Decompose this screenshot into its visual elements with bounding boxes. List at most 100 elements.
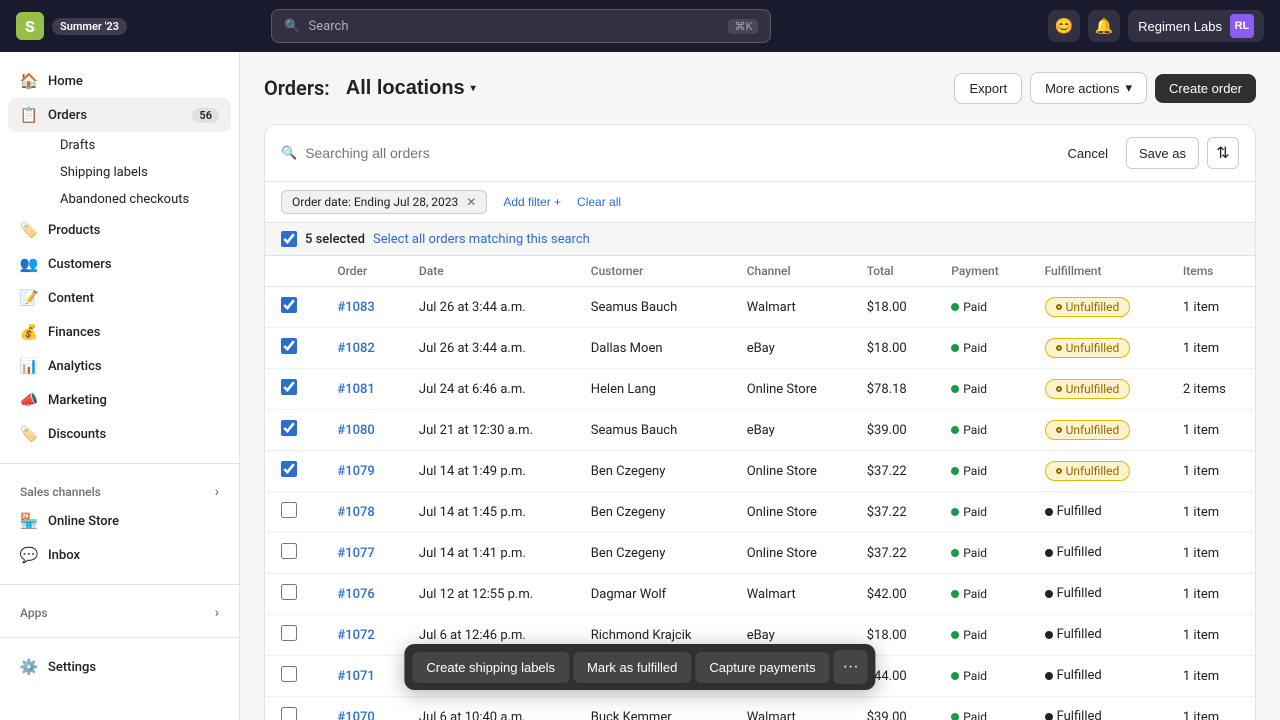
products-icon: 🏷️ — [20, 221, 38, 239]
plan-badge: Summer '23 — [52, 18, 127, 35]
row-customer: Seamus Bauch — [575, 287, 731, 328]
sidebar-item-orders[interactable]: 📋 Orders 56 — [8, 98, 231, 132]
sidebar-item-marketing-label: Marketing — [48, 393, 107, 408]
home-icon: 🏠 — [20, 72, 38, 90]
row-checkbox-cell[interactable] — [265, 287, 321, 328]
sidebar-item-content-label: Content — [48, 291, 94, 306]
row-checkbox[interactable] — [281, 338, 297, 354]
create-order-button[interactable]: Create order — [1155, 74, 1256, 103]
row-order-id[interactable]: #1083 — [321, 287, 403, 328]
row-checkbox[interactable] — [281, 297, 297, 313]
date-filter-chip[interactable]: Order date: Ending Jul 28, 2023 ✕ — [281, 190, 487, 214]
row-order-id[interactable]: #1071 — [321, 656, 403, 697]
row-channel: Online Store — [731, 492, 851, 533]
fulfillment-badge: Fulfilled — [1045, 709, 1102, 720]
row-order-id[interactable]: #1076 — [321, 574, 403, 615]
sidebar-item-analytics[interactable]: 📊 Analytics — [8, 349, 231, 383]
notifications-icon-button[interactable]: 🔔 — [1088, 10, 1120, 42]
sidebar-item-shipping-labels[interactable]: Shipping labels — [48, 159, 231, 186]
col-date: Date — [403, 256, 575, 287]
mark-as-fulfilled-button[interactable]: Mark as fulfilled — [573, 652, 691, 683]
sort-button[interactable]: ⇅ — [1207, 137, 1239, 169]
sidebar-item-home[interactable]: 🏠 Home — [8, 64, 231, 98]
row-payment: Paid — [935, 328, 1028, 369]
search-bar[interactable]: 🔍 Search ⌘K — [271, 9, 771, 43]
sidebar-item-online-store[interactable]: 🏪 Online Store — [8, 504, 231, 538]
orders-icon: 📋 — [20, 106, 38, 124]
row-checkbox-cell[interactable] — [265, 697, 321, 720]
orders-search-input[interactable] — [305, 145, 1049, 161]
row-items: 1 item — [1167, 574, 1255, 615]
row-checkbox-cell[interactable] — [265, 410, 321, 451]
sidebar-item-inbox[interactable]: 💬 Inbox — [8, 538, 231, 572]
row-checkbox-cell[interactable] — [265, 615, 321, 656]
row-order-id[interactable]: #1078 — [321, 492, 403, 533]
row-order-id[interactable]: #1077 — [321, 533, 403, 574]
col-total: Total — [851, 256, 936, 287]
inbox-icon: 💬 — [20, 546, 38, 564]
row-checkbox-cell[interactable] — [265, 492, 321, 533]
row-fulfillment: Fulfilled — [1029, 656, 1167, 697]
location-dropdown-button[interactable]: All locations ▾ — [338, 73, 484, 104]
row-order-id[interactable]: #1070 — [321, 697, 403, 720]
select-all-link[interactable]: Select all orders matching this search — [373, 232, 590, 247]
row-checkbox[interactable] — [281, 625, 297, 641]
row-checkbox[interactable] — [281, 461, 297, 477]
clear-all-button[interactable]: Clear all — [577, 195, 621, 209]
create-shipping-labels-button[interactable]: Create shipping labels — [412, 652, 569, 683]
row-fulfillment: Fulfilled — [1029, 533, 1167, 574]
sidebar: 🏠 Home 📋 Orders 56 Drafts Shipping label… — [0, 52, 240, 720]
table-row: #1078 Jul 14 at 1:45 p.m. Ben Czegeny On… — [265, 492, 1255, 533]
date-filter-remove-icon[interactable]: ✕ — [466, 195, 476, 209]
col-customer: Customer — [575, 256, 731, 287]
sidebar-item-settings[interactable]: ⚙️ Settings — [8, 650, 231, 684]
col-channel: Channel — [731, 256, 851, 287]
page-header: Orders: All locations ▾ Export More acti… — [264, 72, 1256, 104]
row-order-id[interactable]: #1081 — [321, 369, 403, 410]
search-shortcut: ⌘K — [728, 19, 758, 34]
more-actions-bottom-button[interactable]: ··· — [834, 650, 868, 684]
row-checkbox-cell[interactable] — [265, 369, 321, 410]
row-checkbox-cell[interactable] — [265, 656, 321, 697]
export-button[interactable]: Export — [954, 73, 1022, 104]
search-cancel-button[interactable]: Cancel — [1058, 137, 1118, 169]
row-checkbox[interactable] — [281, 379, 297, 395]
row-payment: Paid — [935, 287, 1028, 328]
row-total: $37.22 — [851, 492, 936, 533]
row-checkbox[interactable] — [281, 502, 297, 518]
sidebar-item-finances[interactable]: 💰 Finances — [8, 315, 231, 349]
row-items: 1 item — [1167, 615, 1255, 656]
table-row: #1079 Jul 14 at 1:49 p.m. Ben Czegeny On… — [265, 451, 1255, 492]
sidebar-item-customers[interactable]: 👥 Customers — [8, 247, 231, 281]
row-checkbox-cell[interactable] — [265, 328, 321, 369]
row-checkbox[interactable] — [281, 707, 297, 720]
sidebar-item-discounts[interactable]: 🏷️ Discounts — [8, 417, 231, 451]
row-checkbox[interactable] — [281, 666, 297, 682]
sidebar-item-products[interactable]: 🏷️ Products — [8, 213, 231, 247]
row-checkbox[interactable] — [281, 584, 297, 600]
row-order-id[interactable]: #1079 — [321, 451, 403, 492]
row-checkbox[interactable] — [281, 543, 297, 559]
row-checkbox-cell[interactable] — [265, 451, 321, 492]
row-order-id[interactable]: #1072 — [321, 615, 403, 656]
row-payment: Paid — [935, 656, 1028, 697]
more-actions-button[interactable]: More actions ▾ — [1030, 72, 1147, 104]
capture-payments-button[interactable]: Capture payments — [695, 652, 829, 683]
row-checkbox-cell[interactable] — [265, 533, 321, 574]
sidebar-item-marketing[interactable]: 📣 Marketing — [8, 383, 231, 417]
row-checkbox-cell[interactable] — [265, 574, 321, 615]
sidebar-item-drafts[interactable]: Drafts — [48, 132, 231, 159]
sidebar-item-abandoned-checkouts[interactable]: Abandoned checkouts — [48, 186, 231, 213]
help-icon-button[interactable]: 😊 — [1048, 10, 1080, 42]
add-filter-button[interactable]: Add filter + — [495, 191, 569, 213]
search-save-as-button[interactable]: Save as — [1126, 137, 1199, 169]
row-order-id[interactable]: #1080 — [321, 410, 403, 451]
settings-icon: ⚙️ — [20, 658, 38, 676]
user-menu-button[interactable]: Regimen Labs RL — [1128, 10, 1264, 42]
sidebar-item-content[interactable]: 📝 Content — [8, 281, 231, 315]
row-checkbox[interactable] — [281, 420, 297, 436]
select-all-checkbox[interactable] — [281, 231, 297, 247]
sidebar-item-settings-label: Settings — [48, 660, 96, 675]
row-order-id[interactable]: #1082 — [321, 328, 403, 369]
row-fulfillment: Fulfilled — [1029, 492, 1167, 533]
